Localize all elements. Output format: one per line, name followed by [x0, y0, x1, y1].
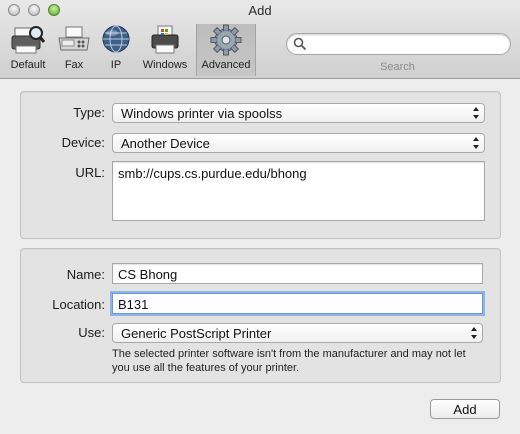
- toolbar-ip-label: IP: [110, 59, 122, 71]
- window-title: Add: [248, 3, 272, 18]
- toolbar: Add Default Fax IP Windows Advanced Sear…: [0, 0, 520, 79]
- device-value: Another Device: [121, 136, 210, 151]
- toolbar-windows-label: Windows: [142, 59, 188, 71]
- use-value: Generic PostScript Printer: [121, 326, 272, 341]
- toolbar-default-button[interactable]: Default: [4, 24, 52, 76]
- type-label: Type:: [73, 105, 105, 120]
- device-popup[interactable]: Another Device: [112, 133, 485, 153]
- add-button[interactable]: Add: [430, 399, 500, 419]
- toolbar-fax-label: Fax: [64, 59, 84, 71]
- chevron-updown-icon: [472, 136, 480, 150]
- search-caption: Search: [380, 61, 415, 73]
- type-value: Windows printer via spoolss: [121, 106, 283, 121]
- chevron-updown-icon: [472, 106, 480, 120]
- add-printer-window: Add Default Fax IP Windows Advanced Sear…: [0, 0, 520, 434]
- windows-printer-icon: [148, 24, 182, 56]
- toolbar-advanced-button[interactable]: Advanced: [196, 24, 256, 76]
- use-popup[interactable]: Generic PostScript Printer: [112, 323, 483, 343]
- toolbar-advanced-label: Advanced: [201, 59, 251, 71]
- gear-icon: [209, 24, 243, 56]
- toolbar-ip-button[interactable]: IP: [98, 24, 134, 76]
- search-field[interactable]: [286, 33, 511, 55]
- search-icon: [293, 37, 307, 54]
- url-input[interactable]: smb://cups.cs.purdue.edu/bhong: [118, 166, 479, 216]
- printer-magnifier-icon: [11, 24, 46, 56]
- printer-info-group: Name: Location: Use: Generic PostScript …: [20, 248, 501, 383]
- device-label: Device:: [61, 135, 105, 150]
- connection-group: Type: Windows printer via spoolss Device…: [20, 91, 501, 239]
- location-input[interactable]: [118, 296, 477, 312]
- toolbar-windows-button[interactable]: Windows: [139, 24, 191, 76]
- fax-icon: [57, 24, 91, 56]
- use-label: Use:: [78, 325, 105, 340]
- type-popup[interactable]: Windows printer via spoolss: [112, 103, 485, 123]
- location-label: Location:: [52, 297, 105, 312]
- toolbar-fax-button[interactable]: Fax: [56, 24, 92, 76]
- search-input[interactable]: [309, 36, 503, 54]
- url-field[interactable]: smb://cups.cs.purdue.edu/bhong: [112, 161, 485, 221]
- location-field[interactable]: [112, 293, 483, 314]
- chevron-updown-icon: [470, 326, 478, 340]
- name-label: Name:: [66, 267, 105, 282]
- name-field[interactable]: [112, 263, 483, 284]
- globe-icon: [99, 24, 133, 56]
- url-label: URL:: [75, 165, 105, 180]
- name-input[interactable]: [118, 266, 477, 282]
- driver-warning-text: The selected printer software isn't from…: [112, 348, 466, 374]
- toolbar-default-label: Default: [10, 59, 46, 71]
